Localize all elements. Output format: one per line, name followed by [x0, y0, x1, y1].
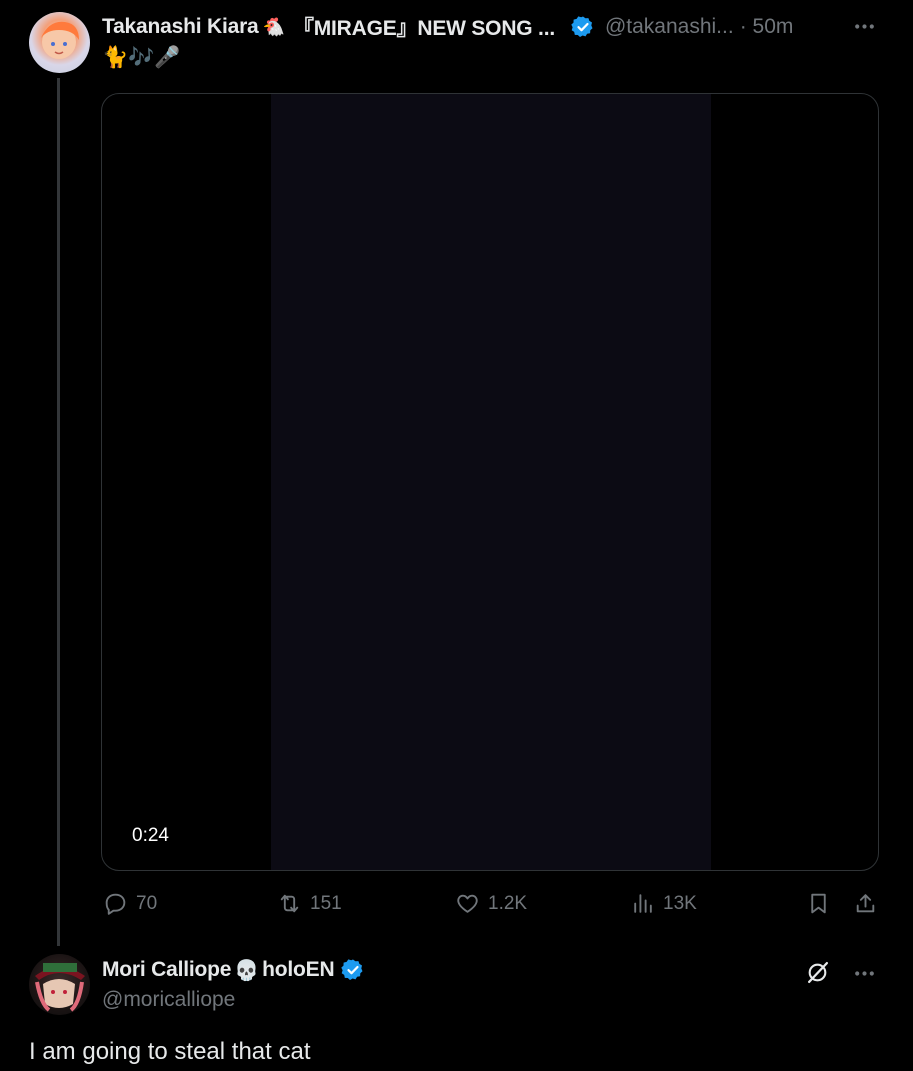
handle[interactable]: @moricalliope	[102, 988, 235, 1012]
tweet-text: I am going to steal that cat	[29, 1038, 311, 1065]
reply-count: 70	[136, 892, 158, 914]
avatar[interactable]	[29, 12, 90, 73]
video-duration: 0:24	[132, 825, 169, 846]
more-icon[interactable]	[852, 14, 877, 44]
verified-badge-icon	[571, 15, 595, 39]
grok-icon[interactable]	[805, 960, 830, 990]
tweet-text: 🐈🎶🎤	[102, 46, 181, 69]
name-emoji: 🐔	[262, 16, 285, 37]
video-player[interactable]: 0:24	[101, 93, 879, 871]
handle[interactable]: @takanashi...	[605, 15, 734, 39]
heart-icon	[457, 894, 478, 913]
display-name[interactable]: Mori Calliope	[102, 958, 231, 982]
repost-icon	[280, 894, 299, 913]
views-icon	[634, 894, 652, 913]
video-frame	[271, 94, 711, 870]
reply-button[interactable]: 70	[103, 891, 157, 916]
timestamp[interactable]: · 50m	[740, 15, 794, 39]
like-button[interactable]: 1.2K	[455, 891, 527, 916]
more-icon[interactable]	[852, 961, 877, 991]
bookmark-icon[interactable]	[806, 891, 831, 921]
display-name[interactable]: Takanashi Kiara	[102, 15, 259, 39]
share-icon[interactable]	[853, 891, 878, 921]
tweet-header: Mori Calliope 💀 holoEN	[102, 956, 365, 984]
tweet-header: Takanashi Kiara 🐔 『MIRAGE』NEW SONG ... @…	[102, 13, 793, 41]
views-button[interactable]: 13K	[630, 891, 697, 916]
display-name-suffix[interactable]: holoEN	[262, 958, 334, 982]
repost-button[interactable]: 151	[277, 891, 342, 916]
display-name-suffix[interactable]: 『MIRAGE』NEW SONG ...	[293, 12, 555, 42]
thread-connector-line	[57, 78, 60, 946]
repost-count: 151	[310, 892, 342, 914]
verified-badge-icon	[341, 958, 365, 982]
reply-icon	[105, 893, 126, 915]
like-count: 1.2K	[488, 892, 528, 914]
view-count: 13K	[663, 892, 697, 914]
name-emoji: 💀	[234, 959, 260, 982]
avatar[interactable]	[29, 954, 90, 1015]
